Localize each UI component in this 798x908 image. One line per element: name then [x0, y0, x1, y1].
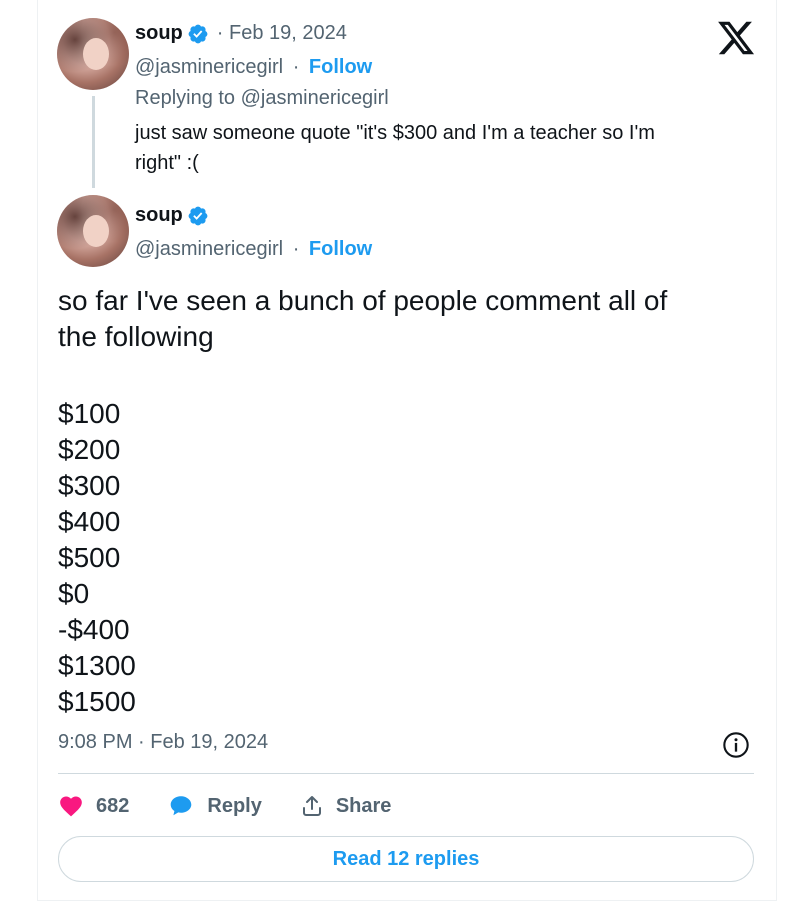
info-icon[interactable]: [722, 731, 750, 759]
main-author-row: soup: [135, 204, 209, 227]
amount-item: $500: [58, 542, 121, 573]
amount-item: $200: [58, 434, 121, 465]
author-name[interactable]: soup: [135, 22, 183, 45]
separator-dot: ·: [292, 238, 300, 260]
share-icon: [302, 796, 321, 816]
share-label: Share: [335, 794, 392, 817]
replying-to-label[interactable]: Replying to @jasminericegirl: [135, 87, 389, 110]
x-logo-icon[interactable]: [716, 18, 756, 58]
main-handle-row: @jasminericegirl · Follow: [135, 238, 372, 261]
heart-icon: [60, 796, 82, 817]
reply-bubble-icon: [171, 796, 192, 816]
avatar[interactable]: [57, 18, 129, 90]
reply-label: Reply: [207, 794, 262, 817]
verified-badge-icon: [188, 206, 208, 225]
reply-tweet-text: just saw someone quote "it's $300 and I'…: [135, 118, 735, 178]
like-button[interactable]: 682: [58, 793, 129, 819]
amount-list: $100 $200 $300 $400 $500 $0 -$400 $1300 …: [58, 396, 136, 720]
verified-badge-icon: [188, 24, 208, 43]
thread-connector-line: [92, 96, 95, 188]
follow-link[interactable]: Follow: [309, 238, 372, 260]
main-tweet-text: so far I've seen a bunch of people comme…: [58, 283, 748, 355]
read-replies-button[interactable]: Read 12 replies: [58, 836, 754, 882]
tweet-timestamp[interactable]: 9:08 PM · Feb 19, 2024: [58, 731, 268, 754]
author-name[interactable]: soup: [135, 204, 183, 227]
reply-button[interactable]: Reply: [167, 793, 262, 819]
divider: [58, 773, 754, 774]
avatar[interactable]: [57, 195, 129, 267]
author-handle[interactable]: @jasminericegirl: [135, 56, 283, 78]
follow-link[interactable]: Follow: [309, 56, 372, 78]
reply-text-line: just saw someone quote "it's $300 and I'…: [135, 122, 655, 144]
share-button[interactable]: Share: [300, 794, 392, 818]
reply-text-line: right" :(: [135, 152, 199, 174]
tweet-actions-bar: 682 Reply Share: [58, 790, 429, 822]
amount-item: $1500: [58, 686, 136, 717]
amount-item: $0: [58, 578, 90, 609]
separator-dot: ·: [292, 56, 300, 78]
post-date[interactable]: · Feb 19, 2024: [217, 22, 347, 45]
amount-item: $300: [58, 470, 121, 501]
reply-handle-row: @jasminericegirl · Follow: [135, 56, 372, 79]
reply-author-row: soup · Feb 19, 2024: [135, 22, 347, 45]
like-count: 682: [96, 794, 130, 817]
tweet-text-line: the following: [58, 321, 214, 352]
author-handle[interactable]: @jasminericegirl: [135, 238, 283, 260]
tweet-text-line: so far I've seen a bunch of people comme…: [58, 285, 668, 316]
amount-item: $100: [58, 398, 121, 429]
amount-item: -$400: [58, 614, 130, 645]
amount-item: $1300: [58, 650, 136, 681]
amount-item: $400: [58, 506, 121, 537]
